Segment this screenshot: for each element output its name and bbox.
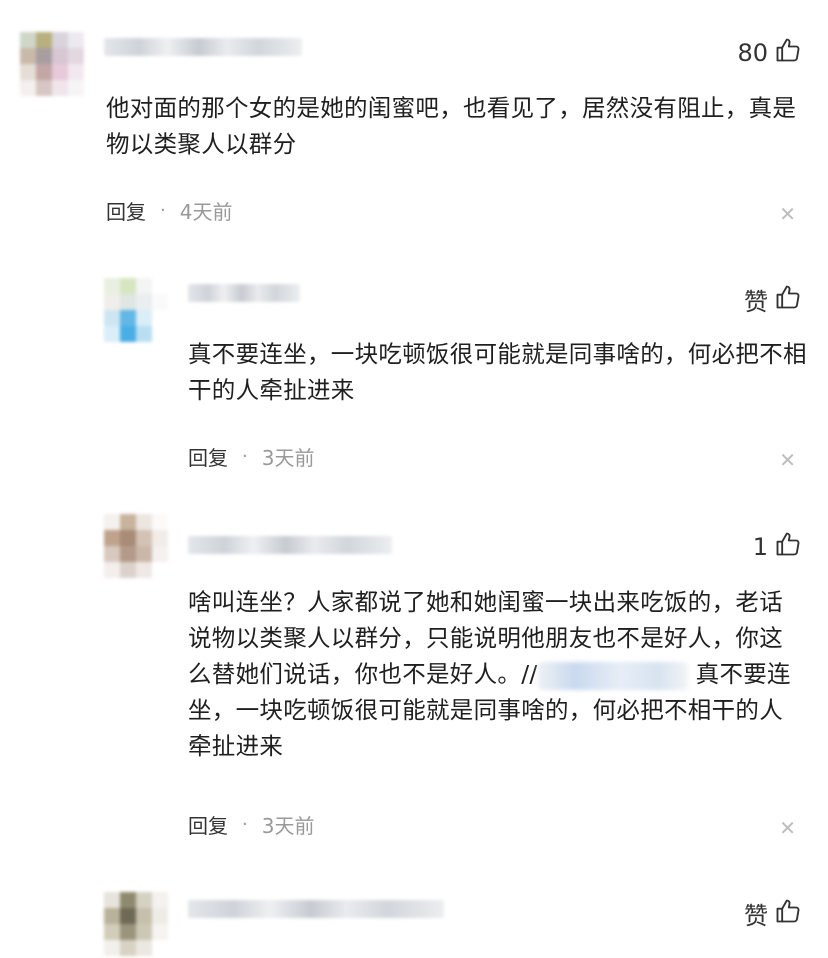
thumbs-up-icon (774, 283, 802, 317)
close-icon[interactable]: ✕ (779, 818, 796, 838)
comment-body: 啥叫连坐？人家都说了她和她闺蜜一块出来吃饭的，老话说物以类聚人以群分，只能说明他… (188, 588, 783, 688)
comment-meta: 回复 · 4天前 (106, 196, 232, 225)
separator-dot: · (160, 200, 166, 221)
timestamp: 3天前 (261, 446, 315, 470)
like-button[interactable]: 80 (737, 36, 802, 70)
mention-blurred[interactable] (537, 661, 688, 690)
close-icon[interactable]: ✕ (779, 204, 796, 224)
timestamp: 4天前 (179, 200, 233, 224)
like-button[interactable]: 1 (753, 530, 802, 564)
reply-button[interactable]: 回复 (106, 196, 146, 225)
like-count: 1 (752, 533, 768, 561)
thumbs-up-icon (774, 530, 802, 564)
timestamp: 3天前 (261, 814, 315, 838)
username-blurred[interactable] (104, 38, 302, 56)
comment-meta: 回复 · 3天前 (188, 810, 314, 839)
comment-text: 他对面的那个女的是她的闺蜜吧，也看见了，居然没有阻止，真是物以类聚人以群分 (106, 94, 797, 158)
avatar[interactable] (20, 32, 84, 96)
reply-button[interactable]: 回复 (188, 442, 228, 471)
separator-dot: · (242, 814, 248, 835)
reply-button[interactable]: 回复 (188, 810, 228, 839)
avatar[interactable] (104, 892, 168, 956)
thumbs-up-icon (774, 897, 802, 931)
username-blurred[interactable] (188, 900, 444, 918)
comment-meta: 回复 · 3天前 (188, 442, 314, 471)
avatar[interactable] (104, 514, 168, 578)
like-label: 赞 (744, 288, 768, 316)
like-button[interactable]: 赞 (744, 282, 802, 317)
avatar[interactable] (104, 278, 168, 342)
thumbs-up-icon (774, 36, 802, 70)
close-icon[interactable]: ✕ (779, 450, 796, 470)
username-blurred[interactable] (188, 284, 300, 302)
username-blurred[interactable] (188, 536, 392, 554)
separator-dot: · (242, 446, 248, 467)
comment-text: 真不要连坐，一块吃顿饭很可能就是同事啥的，何必把不相干的人牵扯进来 (188, 340, 807, 404)
like-button[interactable]: 赞 (744, 896, 802, 931)
like-label: 赞 (744, 902, 768, 930)
like-count: 80 (737, 39, 768, 67)
comment-text: 啥叫连坐？人家都说了她和她闺蜜一块出来吃饭的，老话说物以类聚人以群分，只能说明他… (188, 584, 806, 764)
